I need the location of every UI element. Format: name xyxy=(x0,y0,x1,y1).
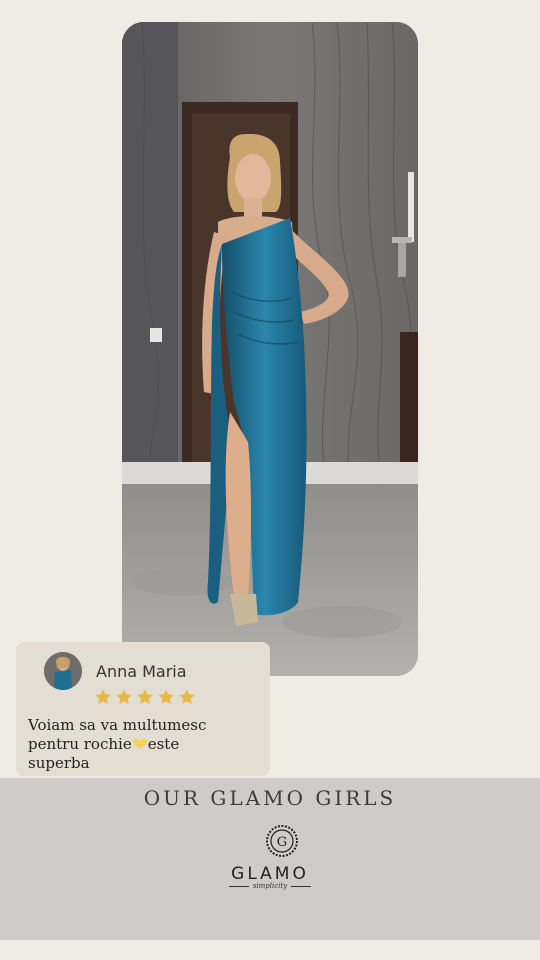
brand-tagline: simplicity xyxy=(0,882,540,890)
logo-emblem-letter: G xyxy=(277,835,287,850)
brand-wordmark: GLAMO xyxy=(231,864,309,884)
star-icon xyxy=(115,688,133,706)
featured-photo xyxy=(122,22,418,676)
reviewer-name: Anna Maria xyxy=(96,661,187,681)
review-card: Anna Maria Voiam sa va multumesc pentru … xyxy=(16,642,270,776)
star-rating xyxy=(94,688,258,710)
star-icon xyxy=(94,688,112,706)
dress-photo-image xyxy=(122,22,418,676)
star-icon xyxy=(136,688,154,706)
glamo-logo-emblem-icon: G xyxy=(265,824,299,858)
section-title: OUR GLAMO GIRLS xyxy=(143,786,397,810)
star-icon xyxy=(157,688,175,706)
review-text-before: Voiam sa va multumesc pentru rochie xyxy=(28,716,207,753)
avatar xyxy=(44,652,82,690)
footer-band: OUR GLAMO GIRLS G GLAMO simplicity xyxy=(0,778,540,940)
heart-emoji-icon xyxy=(132,736,148,749)
review-header: Anna Maria xyxy=(28,650,258,692)
star-icon xyxy=(178,688,196,706)
review-text: Voiam sa va multumesc pentru rochie este … xyxy=(28,716,228,773)
